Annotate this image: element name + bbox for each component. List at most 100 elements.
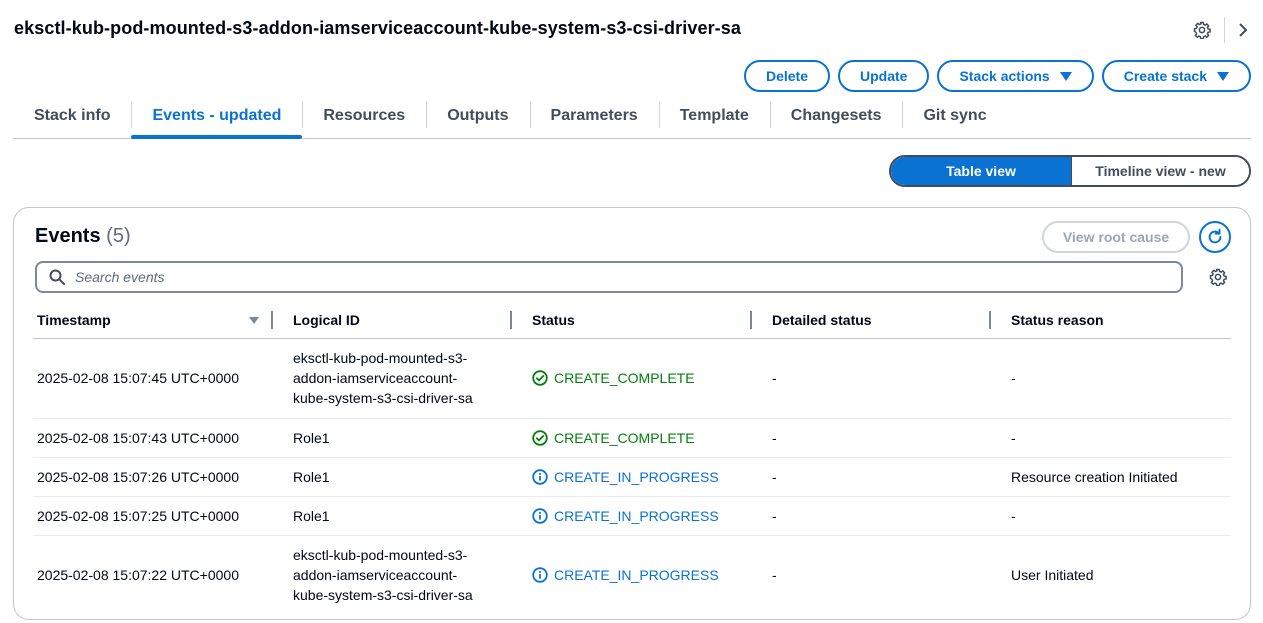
status-cell: CREATE_IN_PROGRESS (512, 457, 752, 497)
success-check-icon (532, 429, 548, 446)
status-text: CREATE_COMPLETE (554, 370, 695, 386)
status-text: CREATE_IN_PROGRESS (554, 468, 719, 485)
tab-git-sync[interactable]: Git sync (902, 96, 1007, 136)
create-stack-label: Create stack (1123, 68, 1207, 84)
chevron-right-icon[interactable] (1233, 16, 1253, 44)
timestamp-text: 2025-02-08 15:07:45 UTC+0000 (37, 370, 239, 386)
tab-template[interactable]: Template (658, 96, 770, 136)
tab-parameters[interactable]: Parameters (529, 96, 659, 136)
timestamp-text: 2025-02-08 15:07:25 UTC+0000 (37, 507, 239, 524)
caret-down-icon (1217, 71, 1229, 81)
table-preferences-gear-icon[interactable] (1206, 265, 1230, 289)
timestamp-cell: 2025-02-08 15:07:45 UTC+0000 (33, 338, 273, 419)
tab-resources[interactable]: Resources (302, 96, 426, 136)
page-title: eksctl-kub-pod-mounted-s3-addon-iamservi… (14, 18, 741, 38)
logical-id-line: addon-iamserviceaccount- (293, 370, 458, 386)
column-label: Timestamp (37, 312, 111, 329)
success-check-icon (532, 370, 548, 386)
column-label: Logical ID (293, 312, 360, 329)
table-row: 2025-02-08 15:07:25 UTC+0000 Role1 CREATE_… (33, 496, 1231, 536)
status-reason-cell: - (991, 338, 1231, 419)
logical-id-cell: Role1 (273, 457, 512, 497)
status-cell: CREATE_IN_PROGRESS (512, 496, 752, 536)
stack-actions-dropdown[interactable]: Stack actions (937, 60, 1094, 92)
gear-icon[interactable] (1188, 16, 1216, 44)
table-row: 2025-02-08 15:07:43 UTC+0000 Role1 CREATE_… (33, 418, 1231, 458)
detailed-status-text: - (772, 370, 777, 386)
status-text: CREATE_IN_PROGRESS (554, 567, 719, 584)
events-count: (5) (106, 225, 131, 247)
view-toggle: Table view Timeline view - new (889, 155, 1251, 187)
column-header-detailed-status: Detailed status (752, 303, 991, 339)
detailed-status-cell: - (752, 338, 991, 419)
sort-descending-icon[interactable] (249, 317, 259, 324)
timestamp-text: 2025-02-08 15:07:22 UTC+0000 (37, 567, 239, 584)
table-header-row: Timestamp Logical ID Status Detailed sta… (33, 303, 1231, 339)
status-reason-text: - (1011, 429, 1016, 446)
stack-actions-bar: Delete Update Stack actions Create stack (743, 60, 1251, 92)
status-text: CREATE_COMPLETE (554, 429, 695, 446)
logical-id-cell: eksctl-kub-pod-mounted-s3- addon-iamservi… (273, 338, 512, 419)
tab-outputs[interactable]: Outputs (426, 96, 529, 136)
detailed-status-text: - (772, 468, 777, 485)
column-header-status: Status (512, 303, 752, 339)
view-root-cause-button[interactable]: View root cause (1042, 221, 1190, 253)
delete-button[interactable]: Delete (743, 60, 830, 92)
timeline-view-button[interactable]: Timeline view - new (1071, 157, 1249, 185)
status-reason-text: - (1011, 370, 1016, 386)
timestamp-cell: 2025-02-08 15:07:43 UTC+0000 (33, 418, 273, 458)
caret-down-icon (1059, 71, 1072, 81)
update-button-label: Update (860, 68, 908, 84)
detailed-status-cell: - (752, 535, 991, 615)
logical-id-line: eksctl-kub-pod-mounted-s3- (293, 350, 468, 366)
detailed-status-text: - (772, 429, 777, 446)
status-cell: CREATE_IN_PROGRESS (512, 535, 752, 615)
logical-id-line: Role1 (293, 429, 330, 446)
logical-id-cell: Role1 (273, 496, 512, 536)
detailed-status-cell: - (752, 418, 991, 458)
logical-id-cell: eksctl-kub-pod-mounted-s3- addon-iamservi… (273, 535, 512, 615)
status-reason-text: Resource creation Initiated (1011, 468, 1178, 485)
status-reason-cell: - (991, 496, 1231, 536)
timestamp-cell: 2025-02-08 15:07:22 UTC+0000 (33, 535, 273, 615)
table-row: 2025-02-08 15:07:26 UTC+0000 Role1 CREATE_… (33, 457, 1231, 497)
column-label: Status reason (1011, 312, 1104, 329)
info-icon (532, 567, 548, 583)
events-panel: Events (5) View root cause Timestamp Log… (13, 207, 1251, 620)
column-header-status-reason: Status reason (991, 303, 1231, 339)
logical-id-line: kube-system-s3-csi-driver-sa (293, 390, 473, 406)
top-right-controls (1188, 16, 1253, 44)
tab-events[interactable]: Events - updated (131, 96, 303, 139)
search-input[interactable] (75, 269, 1155, 285)
tab-bar: Stack info Events - updated Resources Ou… (13, 96, 1251, 139)
tab-changesets[interactable]: Changesets (769, 96, 903, 136)
tab-stack-info[interactable]: Stack info (13, 96, 131, 136)
events-title: Events (35, 225, 101, 247)
status-cell: CREATE_COMPLETE (512, 418, 752, 458)
column-header-timestamp[interactable]: Timestamp (33, 303, 273, 339)
refresh-icon (1208, 228, 1222, 244)
timestamp-text: 2025-02-08 15:07:43 UTC+0000 (37, 429, 239, 446)
refresh-button[interactable] (1199, 221, 1231, 253)
events-table: Timestamp Logical ID Status Detailed sta… (33, 303, 1231, 615)
table-row: 2025-02-08 15:07:45 UTC+0000 eksctl-kub-p… (33, 338, 1231, 419)
logical-id-line: eksctl-kub-pod-mounted-s3- (293, 547, 468, 564)
detailed-status-cell: - (752, 457, 991, 497)
status-cell: CREATE_COMPLETE (512, 338, 752, 419)
status-reason-cell: User Initiated (991, 535, 1231, 615)
column-header-logical-id: Logical ID (273, 303, 512, 339)
info-icon (532, 468, 548, 485)
column-label: Detailed status (772, 312, 872, 329)
status-reason-text: User Initiated (1011, 567, 1094, 584)
timestamp-text: 2025-02-08 15:07:26 UTC+0000 (37, 468, 239, 485)
logical-id-line: kube-system-s3-csi-driver-sa (293, 587, 473, 604)
status-reason-text: - (1011, 507, 1016, 524)
create-stack-dropdown[interactable]: Create stack (1101, 60, 1251, 92)
logical-id-line: Role1 (293, 507, 330, 524)
status-reason-cell: - (991, 418, 1231, 458)
stack-actions-label: Stack actions (959, 68, 1050, 84)
table-view-button[interactable]: Table view (891, 157, 1071, 185)
detailed-status-cell: - (752, 496, 991, 536)
divider (1224, 17, 1225, 43)
update-button[interactable]: Update (838, 60, 930, 92)
